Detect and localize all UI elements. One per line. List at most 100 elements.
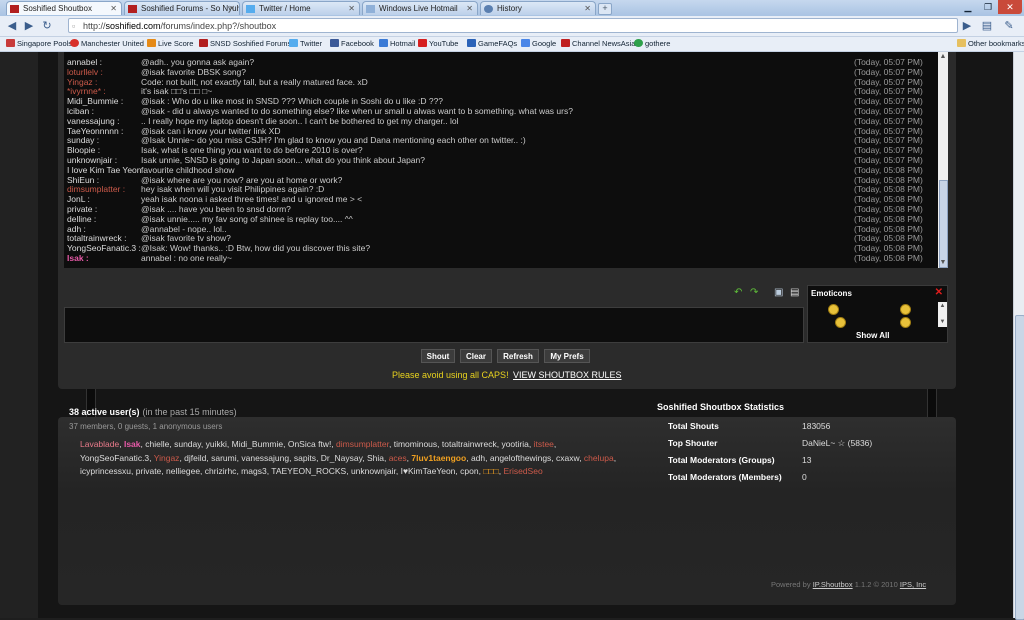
online-user-link[interactable]: icyprincessxu — [80, 466, 131, 476]
shout-username[interactable]: TaeYeonnnnn : — [67, 126, 145, 136]
shout-button[interactable]: Shout — [421, 349, 455, 363]
bookmark-manchester-united[interactable]: Manchester United — [70, 37, 144, 51]
shout-username[interactable]: dimsumplatter : — [67, 184, 145, 194]
online-user-link[interactable]: totaltrainwreck — [442, 439, 497, 449]
online-user-link[interactable]: itstee — [534, 439, 554, 449]
bookmark-snsd-soshified[interactable]: SNSD Soshified Forums — [199, 37, 291, 51]
online-user-link[interactable]: I♥KimTaeYeon — [401, 466, 456, 476]
shout-username[interactable]: *ivyrnne* : — [67, 86, 145, 96]
online-user-link[interactable]: 7luv1taengoo — [411, 453, 466, 463]
bookmark-channel-newsasia[interactable]: Channel NewsAsia — [561, 37, 635, 51]
online-user-link[interactable]: yootiria — [501, 439, 528, 449]
shout-username[interactable]: delline : — [67, 214, 145, 224]
bookmark-facebook[interactable]: Facebook — [330, 37, 374, 51]
ips-link[interactable]: IPS, Inc — [900, 580, 926, 589]
refresh-button[interactable]: Refresh — [497, 349, 539, 363]
smiley-icon[interactable] — [900, 317, 911, 328]
address-bar[interactable]: ▫ http://soshified.com/forums/index.php?… — [68, 18, 958, 33]
clear-button[interactable]: Clear — [460, 349, 492, 363]
tab-soshified-shoutbox[interactable]: Soshified Shoutbox ✕ — [6, 1, 122, 15]
tab-soshified-forums[interactable]: Soshified Forums - So Nyuh... ✕ — [124, 1, 240, 15]
online-user-link[interactable]: mags3 — [241, 466, 267, 476]
bookmark-google[interactable]: Google — [521, 37, 556, 51]
online-user-link[interactable]: vanessajung — [241, 453, 289, 463]
bookmark-youtube[interactable]: YouTube — [418, 37, 458, 51]
bookmark-twitter[interactable]: Twitter — [289, 37, 322, 51]
archive-icon[interactable]: ▣ — [774, 288, 784, 298]
emoticons-scrollbar[interactable]: ▲ ▼ — [938, 302, 947, 327]
shoutbox-scrollbar[interactable]: ▲ ▼ — [938, 52, 948, 268]
other-bookmarks[interactable]: Other bookmarks — [957, 37, 1024, 51]
shout-username[interactable]: YongSeoFanatic.3 : — [67, 243, 145, 253]
shout-username[interactable]: I love Kim Tae Yeon : — [67, 165, 145, 175]
scroll-down-arrow-icon[interactable]: ▼ — [938, 318, 947, 326]
online-user-link[interactable]: sapits — [294, 453, 316, 463]
my-prefs-button[interactable]: My Prefs — [544, 349, 590, 363]
shout-username[interactable]: adh : — [67, 224, 145, 234]
page-menu-icon[interactable]: ▤ — [980, 19, 994, 33]
online-user-link[interactable]: Yingaz — [154, 453, 180, 463]
online-user-link[interactable]: dimsumplatter — [336, 439, 389, 449]
online-user-link[interactable]: cxaxw — [556, 453, 579, 463]
minimize-icon[interactable]: ▁ — [958, 0, 978, 14]
shout-username[interactable]: totaltrainwreck : — [67, 233, 145, 243]
undo-icon[interactable]: ↶ — [734, 288, 744, 298]
bookmark-hotmail[interactable]: Hotmail — [379, 37, 415, 51]
online-user-link[interactable]: private — [136, 466, 162, 476]
forward-arrow-icon[interactable]: ▶ — [22, 19, 36, 33]
shout-username[interactable]: vanessajung : — [67, 116, 145, 126]
smiley-icon[interactable] — [828, 304, 839, 315]
online-user-link[interactable]: YongSeoFanatic.3 — [80, 453, 149, 463]
tab-hotmail[interactable]: Windows Live Hotmail ✕ — [362, 1, 478, 15]
online-user-link[interactable]: chielle — [145, 439, 169, 449]
shoutbox-rules-link[interactable]: VIEW SHOUTBOX RULES — [513, 370, 622, 380]
shout-username[interactable]: lciban : — [67, 106, 145, 116]
bookmark-gothere[interactable]: gothere — [634, 37, 670, 51]
shout-input[interactable] — [64, 307, 804, 343]
bookmark-gamefaqs[interactable]: GameFAQs — [467, 37, 517, 51]
online-user-link[interactable]: cpon — [460, 466, 478, 476]
scroll-down-arrow-icon[interactable]: ▼ — [938, 258, 948, 268]
online-user-link[interactable]: Midi_Bummie — [232, 439, 284, 449]
close-tab-icon[interactable]: ✕ — [110, 2, 117, 15]
shout-username[interactable]: Bloopie : — [67, 145, 145, 155]
redo-icon[interactable]: ↷ — [750, 288, 760, 298]
online-user-link[interactable]: sarumi — [211, 453, 237, 463]
smiley-icon[interactable] — [835, 317, 846, 328]
online-user-link[interactable]: nelliegee — [166, 466, 200, 476]
shout-username[interactable]: annabel : — [67, 57, 145, 67]
online-user-link[interactable]: sunday — [174, 439, 201, 449]
online-user-link[interactable]: Lavablade — [80, 439, 119, 449]
close-tab-icon[interactable]: ✕ — [348, 2, 355, 15]
page-scrollbar[interactable] — [1013, 52, 1024, 620]
online-user-link[interactable]: chrizirhc — [205, 466, 237, 476]
close-tab-icon[interactable]: ✕ — [228, 2, 235, 15]
online-user-link[interactable]: TAEYEON_ROCKS — [271, 466, 346, 476]
online-user-link[interactable]: unknownjair — [351, 466, 396, 476]
scroll-up-arrow-icon[interactable]: ▲ — [938, 302, 947, 310]
show-all-emoticons-link[interactable]: Show All — [856, 331, 889, 340]
online-user-link[interactable]: Dr_Naysay — [321, 453, 362, 463]
tab-twitter[interactable]: Twitter / Home ✕ — [242, 1, 360, 15]
online-user-link[interactable]: timominous — [394, 439, 437, 449]
online-user-link[interactable]: Isak — [124, 439, 141, 449]
reload-icon[interactable]: ↻ — [40, 19, 54, 33]
new-tab-button[interactable]: + — [598, 3, 612, 15]
online-user-link[interactable]: chelupa — [584, 453, 614, 463]
shout-username[interactable]: Midi_Bummie : — [67, 96, 145, 106]
smiley-icon[interactable] — [900, 304, 911, 315]
online-user-link[interactable]: OnSica ftw! — [288, 439, 331, 449]
close-tab-icon[interactable]: ✕ — [466, 2, 473, 15]
scroll-up-arrow-icon[interactable]: ▲ — [938, 52, 948, 62]
online-user-link[interactable]: Shia — [367, 453, 384, 463]
stat-value[interactable]: DaNieL~ ☆ (5836) — [802, 437, 872, 449]
online-user-link[interactable]: yuikki — [206, 439, 227, 449]
shout-username[interactable]: Yingaz : — [67, 77, 145, 87]
online-user-link[interactable]: □□□ — [483, 466, 498, 476]
shout-username[interactable]: private : — [67, 204, 145, 214]
shout-username[interactable]: loturllelv : — [67, 67, 145, 77]
shout-username[interactable]: Isak : — [67, 253, 145, 263]
page-scroll-thumb[interactable] — [1015, 315, 1024, 620]
online-user-link[interactable]: angelofthewings — [490, 453, 551, 463]
shout-username[interactable]: unknownjair : — [67, 155, 145, 165]
